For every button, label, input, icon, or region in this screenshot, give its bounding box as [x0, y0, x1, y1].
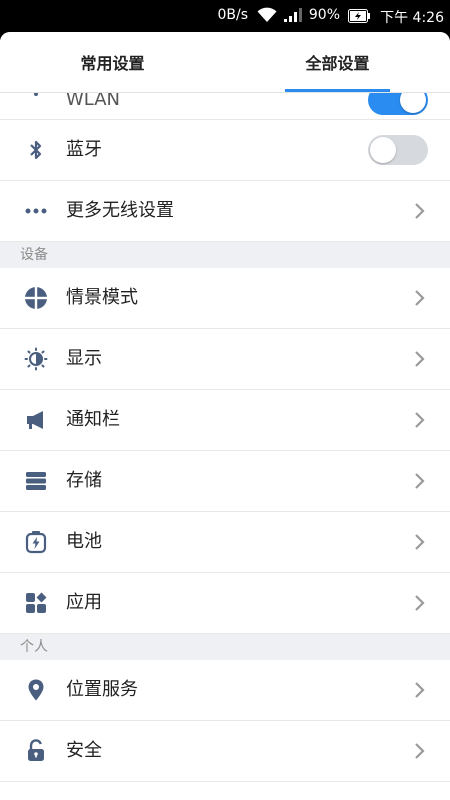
settings-item-label: 显示	[66, 348, 102, 369]
bluetooth-toggle[interactable]	[368, 135, 428, 165]
tab-bar: 常用设置 全部设置	[0, 32, 450, 93]
storage-icon	[24, 469, 48, 493]
settings-item-label: 安全	[66, 740, 102, 761]
chevron-right-icon	[415, 351, 425, 367]
signal-icon	[284, 8, 302, 26]
status-bar: 0B/s 90% 下午 4:26	[0, 0, 450, 32]
settings-item-profile-mode[interactable]: 情景模式	[0, 268, 450, 329]
battery-icon	[24, 530, 48, 554]
settings-item-label: 位置服务	[66, 679, 138, 700]
settings-item-label: 应用	[66, 592, 102, 613]
wlan-toggle[interactable]	[368, 92, 428, 115]
settings-item-location[interactable]: 位置服务	[0, 660, 450, 721]
toggle-knob	[400, 92, 426, 113]
clock: 下午 4:26	[380, 10, 444, 26]
settings-item-notification-bar[interactable]: 通知栏	[0, 390, 450, 451]
bluetooth-icon	[24, 138, 48, 162]
settings-item-battery[interactable]: 电池	[0, 512, 450, 573]
tab-all-settings[interactable]: 全部设置	[225, 32, 450, 92]
settings-item-apps[interactable]: 应用	[0, 573, 450, 634]
apps-icon	[24, 591, 48, 615]
wlan-label: WLAN	[66, 92, 121, 110]
settings-item-storage[interactable]: 存储	[0, 451, 450, 512]
brightness-icon	[24, 347, 48, 371]
chevron-right-icon	[415, 595, 425, 611]
location-pin-icon	[24, 678, 48, 702]
settings-sheet: 常用设置 全部设置 WLAN 蓝牙 更多无线设置 设备 情景模式 显示 通知栏 …	[0, 32, 450, 800]
megaphone-icon	[24, 408, 48, 432]
net-speed: 0B/s	[217, 7, 248, 23]
battery-percent: 90%	[308, 7, 340, 23]
chevron-right-icon	[415, 473, 425, 489]
settings-item-label: 电池	[66, 531, 102, 552]
settings-item-display[interactable]: 显示	[0, 329, 450, 390]
settings-item-label: 存储	[66, 470, 102, 491]
lock-icon	[24, 739, 48, 763]
chevron-right-icon	[415, 290, 425, 306]
settings-list: WLAN 蓝牙 更多无线设置 设备 情景模式 显示 通知栏 存储 电池 应用 个…	[0, 92, 450, 782]
chevron-right-icon	[415, 412, 425, 428]
chevron-right-icon	[415, 682, 425, 698]
settings-item-label: 情景模式	[66, 287, 138, 308]
toggle-knob	[370, 137, 396, 163]
more-wireless-label: 更多无线设置	[66, 200, 174, 221]
bluetooth-label: 蓝牙	[66, 139, 102, 160]
chevron-right-icon	[415, 203, 425, 219]
wifi-icon	[256, 6, 278, 28]
active-tab-indicator	[285, 89, 390, 92]
settings-item-security[interactable]: 安全	[0, 721, 450, 782]
section-header-personal: 个人	[0, 634, 450, 660]
wifi-icon	[24, 92, 48, 112]
settings-item-label: 通知栏	[66, 409, 120, 430]
chevron-right-icon	[415, 743, 425, 759]
more-dots-icon	[24, 199, 48, 223]
chevron-right-icon	[415, 534, 425, 550]
more-wireless-row[interactable]: 更多无线设置	[0, 181, 450, 242]
bluetooth-row[interactable]: 蓝牙	[0, 120, 450, 181]
battery-status-icon	[348, 9, 370, 27]
section-header-device: 设备	[0, 242, 450, 268]
wlan-row[interactable]: WLAN	[0, 92, 450, 120]
tab-common-settings[interactable]: 常用设置	[0, 32, 225, 92]
profile-mode-icon	[24, 286, 48, 310]
